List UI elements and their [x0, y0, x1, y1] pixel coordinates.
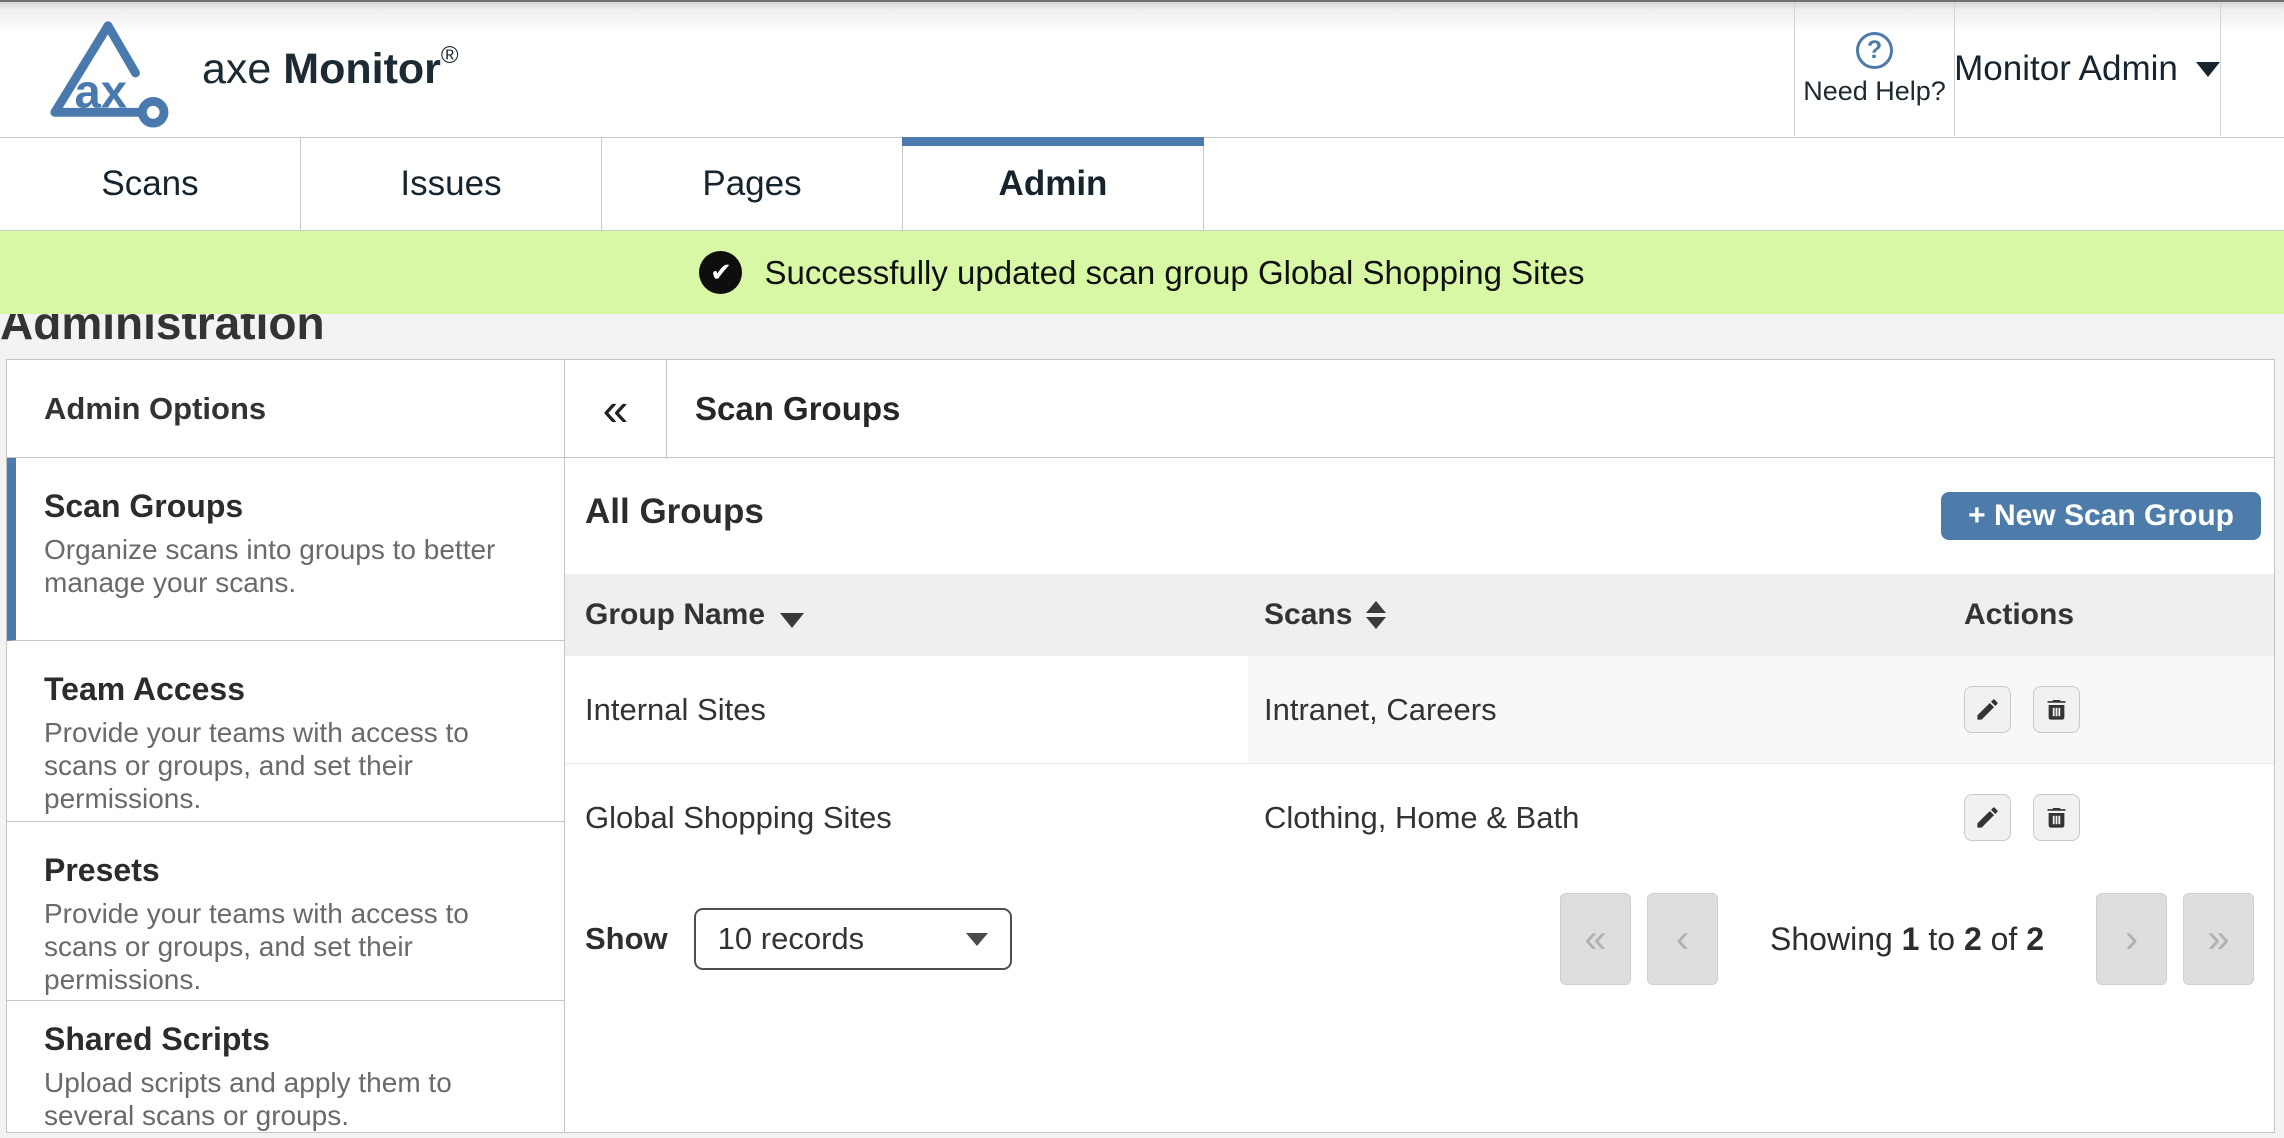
trademark-symbol: ® [441, 42, 459, 69]
page-size-control: Show 10 records [585, 908, 1012, 970]
column-header-scans[interactable]: Scans [1248, 574, 1948, 656]
actions-cell [1948, 764, 2274, 871]
sort-descending-icon [780, 613, 804, 628]
edit-group-button[interactable] [1964, 686, 2011, 733]
table-row: Global Shopping Sites Clothing, Home & B… [565, 764, 2274, 871]
panel-title: Scan Groups [667, 360, 2274, 457]
column-label: Scans [1264, 598, 1352, 632]
group-name-cell: Internal Sites [565, 656, 1248, 763]
sidebar-item-title: Team Access [44, 671, 534, 707]
sidebar-item-title: Scan Groups [44, 488, 534, 524]
main-nav-tabs: Scans Issues Pages Admin [0, 137, 2284, 231]
need-help-label: Need Help? [1803, 76, 1946, 107]
delete-group-button[interactable] [2033, 686, 2080, 733]
summary-from: 1 [1902, 921, 1920, 957]
table-header-row: Group Name Scans Actions [565, 574, 2274, 656]
column-label: Group Name [585, 598, 765, 632]
collapse-sidebar-button[interactable]: « [565, 360, 667, 457]
page-size-value: 10 records [718, 921, 864, 957]
sidebar-item-team-access[interactable]: Team Access Provide your teams with acce… [7, 641, 564, 822]
panel-body: Scan Groups Organize scans into groups t… [7, 458, 2274, 1132]
need-help-button[interactable]: ? Need Help? [1794, 2, 1955, 136]
app-header: ax axe Monitor® ? Need Help? Monitor Adm… [0, 2, 2284, 137]
table-row: Internal Sites Intranet, Careers [565, 656, 2274, 764]
scan-groups-table: Group Name Scans Actions Internal Sites [565, 574, 2274, 871]
sidebar-title: Admin Options [7, 360, 565, 457]
success-banner: ✔ Successfully updated scan group Global… [0, 231, 2284, 314]
scans-cell: Clothing, Home & Bath [1248, 764, 1948, 871]
brand-title: axe Monitor® [202, 42, 459, 100]
pencil-icon [1974, 804, 2001, 831]
double-chevron-left-icon: « [1584, 917, 1606, 962]
pagination-bar: Show 10 records « ‹ Showing 1 to [585, 891, 2254, 987]
account-menu-button[interactable]: Monitor Admin [1954, 2, 2221, 136]
sidebar-item-shared-scripts[interactable]: Shared Scripts Upload scripts and apply … [7, 1001, 564, 1132]
admin-panel: Admin Options « Scan Groups Scan Groups … [6, 359, 2275, 1133]
chevron-down-icon [2196, 62, 2220, 77]
account-name: Monitor Admin [1954, 49, 2178, 89]
section-title: All Groups [585, 492, 764, 532]
group-name-cell: Global Shopping Sites [565, 764, 1248, 871]
sidebar-item-description: Provide your teams with access to scans … [44, 897, 534, 996]
first-page-button[interactable]: « [1560, 893, 1631, 985]
new-scan-group-button[interactable]: + New Scan Group [1941, 492, 2261, 540]
chevron-left-icon: ‹ [1676, 917, 1689, 962]
brand-bold: Monitor [283, 45, 441, 93]
summary-total: 2 [2026, 921, 2044, 957]
sidebar-item-presets[interactable]: Presets Provide your teams with access t… [7, 822, 564, 1001]
pagination-summary: Showing 1 to 2 of 2 [1770, 921, 2044, 958]
actions-cell [1948, 656, 2274, 763]
summary-to: 2 [1964, 921, 1982, 957]
axe-logo-icon: ax [30, 12, 180, 130]
scans-cell: Intranet, Careers [1248, 656, 1948, 763]
success-message: Successfully updated scan group Global S… [764, 254, 1584, 292]
show-label: Show [585, 921, 668, 957]
tab-scans[interactable]: Scans [0, 138, 301, 230]
column-header-actions: Actions [1948, 574, 2274, 656]
double-chevron-left-icon: « [603, 382, 629, 436]
chevron-right-icon: › [2125, 917, 2138, 962]
question-mark-icon: ? [1856, 32, 1893, 69]
last-page-button[interactable]: » [2183, 893, 2254, 985]
edit-group-button[interactable] [1964, 794, 2011, 841]
summary-prefix: Showing [1770, 921, 1893, 957]
tab-issues[interactable]: Issues [301, 138, 602, 230]
trash-icon [2043, 696, 2070, 723]
brand: ax axe Monitor® [30, 12, 459, 130]
panel-header: Admin Options « Scan Groups [7, 360, 2274, 458]
page-size-select[interactable]: 10 records [694, 908, 1012, 970]
summary-to-word: to [1928, 921, 1955, 957]
tab-admin[interactable]: Admin [903, 138, 1204, 230]
admin-options-sidebar: Scan Groups Organize scans into groups t… [7, 458, 565, 1132]
sidebar-item-scan-groups[interactable]: Scan Groups Organize scans into groups t… [7, 458, 564, 641]
app-window: ax axe Monitor® ? Need Help? Monitor Adm… [0, 0, 2284, 1138]
scan-groups-content: All Groups + New Scan Group Group Name S… [565, 458, 2274, 1132]
pagination-controls: « ‹ Showing 1 to 2 of 2 › » [1560, 893, 2254, 985]
column-label: Actions [1964, 598, 2074, 632]
sidebar-item-title: Presets [44, 852, 534, 888]
sidebar-item-description: Provide your teams with access to scans … [44, 716, 534, 815]
sidebar-item-title: Shared Scripts [44, 1021, 534, 1057]
summary-of-word: of [1991, 921, 2018, 957]
svg-text:ax: ax [75, 65, 128, 118]
column-header-group-name[interactable]: Group Name [565, 574, 1248, 656]
sidebar-item-description: Upload scripts and apply them to several… [44, 1066, 534, 1132]
chevron-down-icon [966, 933, 988, 946]
next-page-button[interactable]: › [2096, 893, 2167, 985]
brand-regular: axe [202, 45, 271, 93]
sort-both-icon [1366, 601, 1386, 629]
sidebar-item-description: Organize scans into groups to better man… [44, 533, 534, 599]
tab-pages[interactable]: Pages [602, 138, 903, 230]
check-icon: ✔ [699, 251, 742, 294]
delete-group-button[interactable] [2033, 794, 2080, 841]
double-chevron-right-icon: » [2207, 917, 2229, 962]
previous-page-button[interactable]: ‹ [1647, 893, 1718, 985]
trash-icon [2043, 804, 2070, 831]
pencil-icon [1974, 696, 2001, 723]
